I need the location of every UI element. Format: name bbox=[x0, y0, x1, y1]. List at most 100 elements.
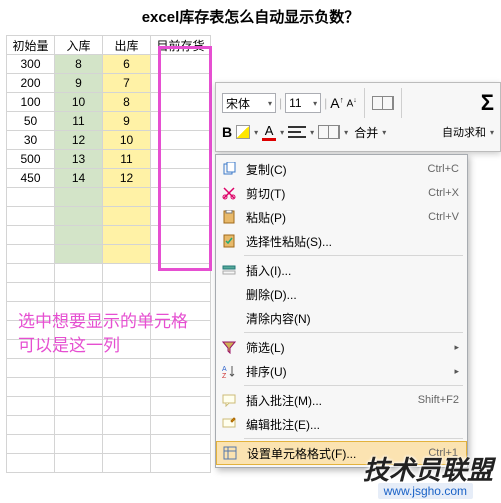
menu-sort[interactable]: AZ 排序(U) bbox=[216, 359, 467, 383]
menu-insert[interactable]: 插入(I)... bbox=[216, 258, 467, 282]
chevron-down-icon[interactable]: ▾ bbox=[382, 128, 386, 137]
cell[interactable] bbox=[151, 169, 211, 188]
font-name-selector[interactable]: 宋体▾ bbox=[222, 93, 276, 113]
table-row bbox=[7, 454, 211, 473]
menu-delete[interactable]: 删除(D)... bbox=[216, 282, 467, 306]
annotation-line: 选中想要显示的单元格 bbox=[18, 310, 188, 334]
cell[interactable]: 10 bbox=[55, 93, 103, 112]
col-header[interactable]: 出库 bbox=[103, 36, 151, 55]
clipboard-check-icon bbox=[220, 232, 238, 250]
chevron-down-icon[interactable]: ▾ bbox=[254, 128, 258, 137]
cell[interactable] bbox=[151, 131, 211, 150]
cell[interactable]: 11 bbox=[55, 112, 103, 131]
cell[interactable]: 50 bbox=[7, 112, 55, 131]
shrink-font-icon[interactable]: A↓ bbox=[347, 97, 357, 109]
spreadsheet[interactable]: 初始量 入库 出库 目前存货 30086 20097 100108 50119 … bbox=[6, 35, 211, 473]
table-row: 20097 bbox=[7, 74, 211, 93]
table-row: 30086 bbox=[7, 55, 211, 74]
svg-text:A: A bbox=[222, 366, 227, 373]
bold-button[interactable]: B bbox=[222, 124, 232, 140]
cell[interactable] bbox=[151, 93, 211, 112]
table-row: 50119 bbox=[7, 112, 211, 131]
table-row: 5001311 bbox=[7, 150, 211, 169]
table-row bbox=[7, 207, 211, 226]
chevron-down-icon: ▾ bbox=[313, 99, 317, 108]
chevron-down-icon[interactable]: ▾ bbox=[490, 128, 494, 137]
table-row bbox=[7, 416, 211, 435]
copy-icon bbox=[220, 160, 238, 178]
cell[interactable]: 300 bbox=[7, 55, 55, 74]
menu-separator bbox=[244, 438, 463, 439]
table-row bbox=[7, 264, 211, 283]
col-header[interactable]: 初始量 bbox=[7, 36, 55, 55]
chevron-down-icon[interactable]: ▾ bbox=[310, 128, 314, 137]
menu-insert-comment[interactable]: 插入批注(M)...Shift+F2 bbox=[216, 388, 467, 412]
cell[interactable]: 10 bbox=[103, 131, 151, 150]
cell[interactable] bbox=[151, 112, 211, 131]
menu-separator bbox=[244, 255, 463, 256]
chevron-down-icon[interactable]: ▾ bbox=[344, 128, 348, 137]
cell[interactable]: 13 bbox=[55, 150, 103, 169]
svg-text:Z: Z bbox=[222, 373, 227, 378]
menu-paste[interactable]: 粘贴(P)Ctrl+V bbox=[216, 205, 467, 229]
menu-filter[interactable]: 筛选(L) bbox=[216, 335, 467, 359]
table-row bbox=[7, 245, 211, 264]
cell[interactable]: 9 bbox=[55, 74, 103, 93]
table-row bbox=[7, 378, 211, 397]
chevron-down-icon: ▾ bbox=[268, 99, 272, 108]
font-size-selector[interactable]: 11▾ bbox=[285, 93, 321, 113]
menu-edit-comment[interactable]: 编辑批注(E)... bbox=[216, 412, 467, 436]
cell[interactable]: 14 bbox=[55, 169, 103, 188]
autosum-label: 自动求和 bbox=[442, 124, 486, 140]
fill-color-button[interactable] bbox=[236, 125, 250, 139]
merge-label: 合并 bbox=[354, 124, 378, 141]
menu-paste-special[interactable]: 选择性粘贴(S)... bbox=[216, 229, 467, 253]
funnel-icon bbox=[220, 338, 238, 356]
cell[interactable]: 500 bbox=[7, 150, 55, 169]
cell[interactable]: 6 bbox=[103, 55, 151, 74]
page-title: excel库存表怎么自动显示负数？ bbox=[0, 0, 501, 35]
menu-separator bbox=[244, 332, 463, 333]
table-row: 100108 bbox=[7, 93, 211, 112]
table-row bbox=[7, 359, 211, 378]
cell[interactable]: 9 bbox=[103, 112, 151, 131]
cell[interactable]: 12 bbox=[103, 169, 151, 188]
table-row: 4501412 bbox=[7, 169, 211, 188]
menu-copy[interactable]: 复制(C)Ctrl+C bbox=[216, 157, 467, 181]
watermark: 技术员联盟 bbox=[363, 450, 493, 487]
cell[interactable] bbox=[151, 150, 211, 169]
cell[interactable]: 11 bbox=[103, 150, 151, 169]
chevron-down-icon[interactable]: ▾ bbox=[280, 128, 284, 137]
annotation-line: 可以是这一列 bbox=[18, 334, 188, 358]
menu-separator bbox=[244, 385, 463, 386]
col-header[interactable]: 目前存货 bbox=[151, 36, 211, 55]
menu-clear[interactable]: 清除内容(N) bbox=[216, 306, 467, 330]
format-cells-icon bbox=[221, 444, 239, 462]
cell[interactable] bbox=[151, 74, 211, 93]
menu-cut[interactable]: 剪切(T)Ctrl+X bbox=[216, 181, 467, 205]
col-header[interactable]: 入库 bbox=[55, 36, 103, 55]
cell[interactable]: 450 bbox=[7, 169, 55, 188]
cell[interactable]: 7 bbox=[103, 74, 151, 93]
sigma-icon: Σ bbox=[481, 90, 494, 116]
autosum-button[interactable]: Σ bbox=[481, 90, 494, 116]
grow-font-icon[interactable]: A↑ bbox=[330, 95, 343, 111]
cell[interactable]: 12 bbox=[55, 131, 103, 150]
edit-comment-icon bbox=[220, 415, 238, 433]
watermark-url: www.jsgho.com bbox=[378, 483, 473, 499]
mini-toolbar: 宋体▾ | 11▾ | A↑ A↓ Σ B ▾ A▾ ▾ ▾ 合并▾ 自动求和▾ bbox=[215, 82, 501, 152]
cell[interactable]: 100 bbox=[7, 93, 55, 112]
cell[interactable]: 8 bbox=[103, 93, 151, 112]
font-color-button[interactable]: A bbox=[262, 123, 276, 141]
clipboard-icon bbox=[220, 208, 238, 226]
table-row bbox=[7, 226, 211, 245]
cell[interactable]: 200 bbox=[7, 74, 55, 93]
cell[interactable] bbox=[151, 55, 211, 74]
align-button[interactable] bbox=[288, 125, 306, 139]
sort-icon: AZ bbox=[220, 362, 238, 380]
cell[interactable]: 30 bbox=[7, 131, 55, 150]
merge-icon[interactable] bbox=[372, 96, 394, 110]
cell[interactable]: 8 bbox=[55, 55, 103, 74]
table-row bbox=[7, 397, 211, 416]
merge-cells-button[interactable] bbox=[318, 125, 340, 139]
